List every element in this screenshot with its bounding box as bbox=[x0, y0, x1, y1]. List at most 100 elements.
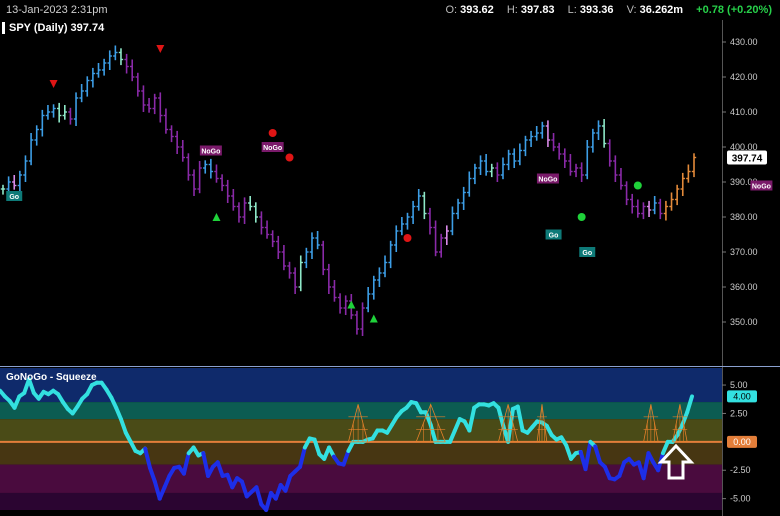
red-signal-dot bbox=[285, 153, 294, 162]
price-bar bbox=[146, 98, 152, 113]
price-bar bbox=[231, 189, 236, 211]
price-bar bbox=[523, 135, 528, 157]
price-bar bbox=[264, 220, 270, 239]
price-bar bbox=[281, 245, 287, 271]
price-bar bbox=[163, 108, 169, 134]
price-bar bbox=[545, 120, 551, 147]
price-bar bbox=[646, 200, 652, 217]
nogo-label-text: NoGo bbox=[263, 145, 282, 152]
price-bar bbox=[669, 192, 674, 211]
price-bar bbox=[0, 184, 6, 195]
price-bar bbox=[360, 302, 365, 336]
sell-signal-triangle bbox=[156, 45, 165, 53]
price-bar bbox=[152, 93, 157, 115]
price-bar bbox=[461, 186, 466, 210]
price-bar bbox=[113, 45, 118, 61]
price-bar bbox=[590, 128, 596, 153]
price-chart-title: SPY (Daily) 397.74 bbox=[2, 22, 104, 34]
price-bar bbox=[422, 191, 427, 220]
price-bar bbox=[686, 164, 691, 183]
price-bar bbox=[506, 149, 511, 171]
price-bar bbox=[658, 198, 663, 220]
price-bar bbox=[236, 202, 242, 223]
last-price-text: 397.74 bbox=[732, 154, 763, 165]
price-tick-label: 360.00 bbox=[730, 282, 758, 292]
price-bar bbox=[371, 275, 376, 300]
price-bar bbox=[652, 196, 657, 215]
price-bar bbox=[180, 140, 185, 162]
red-signal-dot bbox=[268, 129, 277, 137]
price-bar bbox=[489, 163, 494, 178]
price-bar bbox=[556, 142, 562, 160]
price-bar bbox=[410, 200, 416, 224]
oscillator-value-text: 4.00 bbox=[733, 391, 751, 401]
price-tick-label: 380.00 bbox=[730, 212, 758, 222]
buy-signal-triangle bbox=[369, 314, 378, 323]
price-bar bbox=[186, 153, 191, 181]
price-bar bbox=[304, 247, 309, 269]
price-bar bbox=[292, 267, 298, 294]
price-bar bbox=[225, 179, 230, 203]
price-bar bbox=[276, 235, 281, 259]
red-signal-dot bbox=[403, 234, 412, 242]
price-bar bbox=[467, 171, 472, 197]
oscillator-tick-label: 2.50 bbox=[730, 408, 748, 418]
price-bar bbox=[169, 125, 174, 143]
price-bar bbox=[691, 153, 697, 178]
price-bar bbox=[214, 164, 219, 183]
price-bar bbox=[79, 84, 84, 103]
price-bar bbox=[517, 143, 523, 166]
nogo-label-text: NoGo bbox=[201, 149, 220, 156]
price-bar bbox=[62, 105, 67, 120]
green-signal-dot bbox=[633, 181, 642, 190]
price-bar bbox=[450, 206, 455, 236]
price-bar bbox=[253, 202, 259, 223]
oscillator-zone bbox=[0, 492, 722, 510]
price-tick-label: 410.00 bbox=[730, 107, 758, 117]
oscillator-tick-label: -5.00 bbox=[730, 494, 751, 504]
price-bar bbox=[354, 310, 360, 335]
price-bar bbox=[287, 261, 292, 279]
oscillator-tick-label: 5.00 bbox=[730, 380, 748, 390]
price-bar bbox=[337, 293, 343, 314]
price-bar bbox=[540, 121, 545, 139]
price-bar bbox=[399, 217, 405, 236]
price-bar bbox=[124, 53, 129, 74]
price-bar bbox=[663, 200, 669, 221]
go-label-text: Go bbox=[9, 194, 19, 201]
price-bar bbox=[495, 162, 500, 182]
price-bar bbox=[455, 198, 461, 220]
go-label-text: Go bbox=[582, 250, 592, 257]
price-tick-label: 420.00 bbox=[730, 72, 758, 82]
price-bar bbox=[34, 125, 39, 146]
price-bar bbox=[573, 163, 579, 178]
price-bar bbox=[321, 240, 326, 276]
price-bar bbox=[197, 161, 202, 194]
price-bar bbox=[332, 280, 337, 302]
oscillator-zone bbox=[0, 441, 722, 465]
green-signal-dot bbox=[577, 213, 586, 221]
price-bar bbox=[438, 233, 444, 258]
price-bar bbox=[512, 148, 517, 168]
zero-value-text: 0.00 bbox=[733, 437, 751, 447]
price-bar bbox=[377, 267, 382, 287]
price-bar bbox=[585, 140, 590, 180]
price-bar bbox=[326, 263, 332, 294]
price-bar bbox=[107, 50, 112, 70]
price-bar bbox=[56, 102, 62, 123]
price-bar bbox=[68, 107, 73, 125]
price-bar bbox=[309, 232, 315, 259]
price-bar bbox=[382, 255, 388, 278]
price-bar bbox=[500, 157, 506, 180]
price-bar bbox=[101, 58, 107, 76]
price-bar bbox=[135, 72, 141, 97]
price-tick-label: 350.00 bbox=[730, 317, 758, 327]
price-bar bbox=[73, 92, 79, 126]
price-tick-label: 370.00 bbox=[730, 247, 758, 257]
go-label-text: Go bbox=[549, 233, 559, 240]
price-bar bbox=[96, 63, 101, 78]
chart-canvas[interactable]: 430.00420.00410.00400.00390.00380.00370.… bbox=[0, 0, 780, 516]
price-bar bbox=[596, 120, 601, 140]
price-bar bbox=[174, 130, 180, 154]
price-bar bbox=[394, 225, 399, 252]
